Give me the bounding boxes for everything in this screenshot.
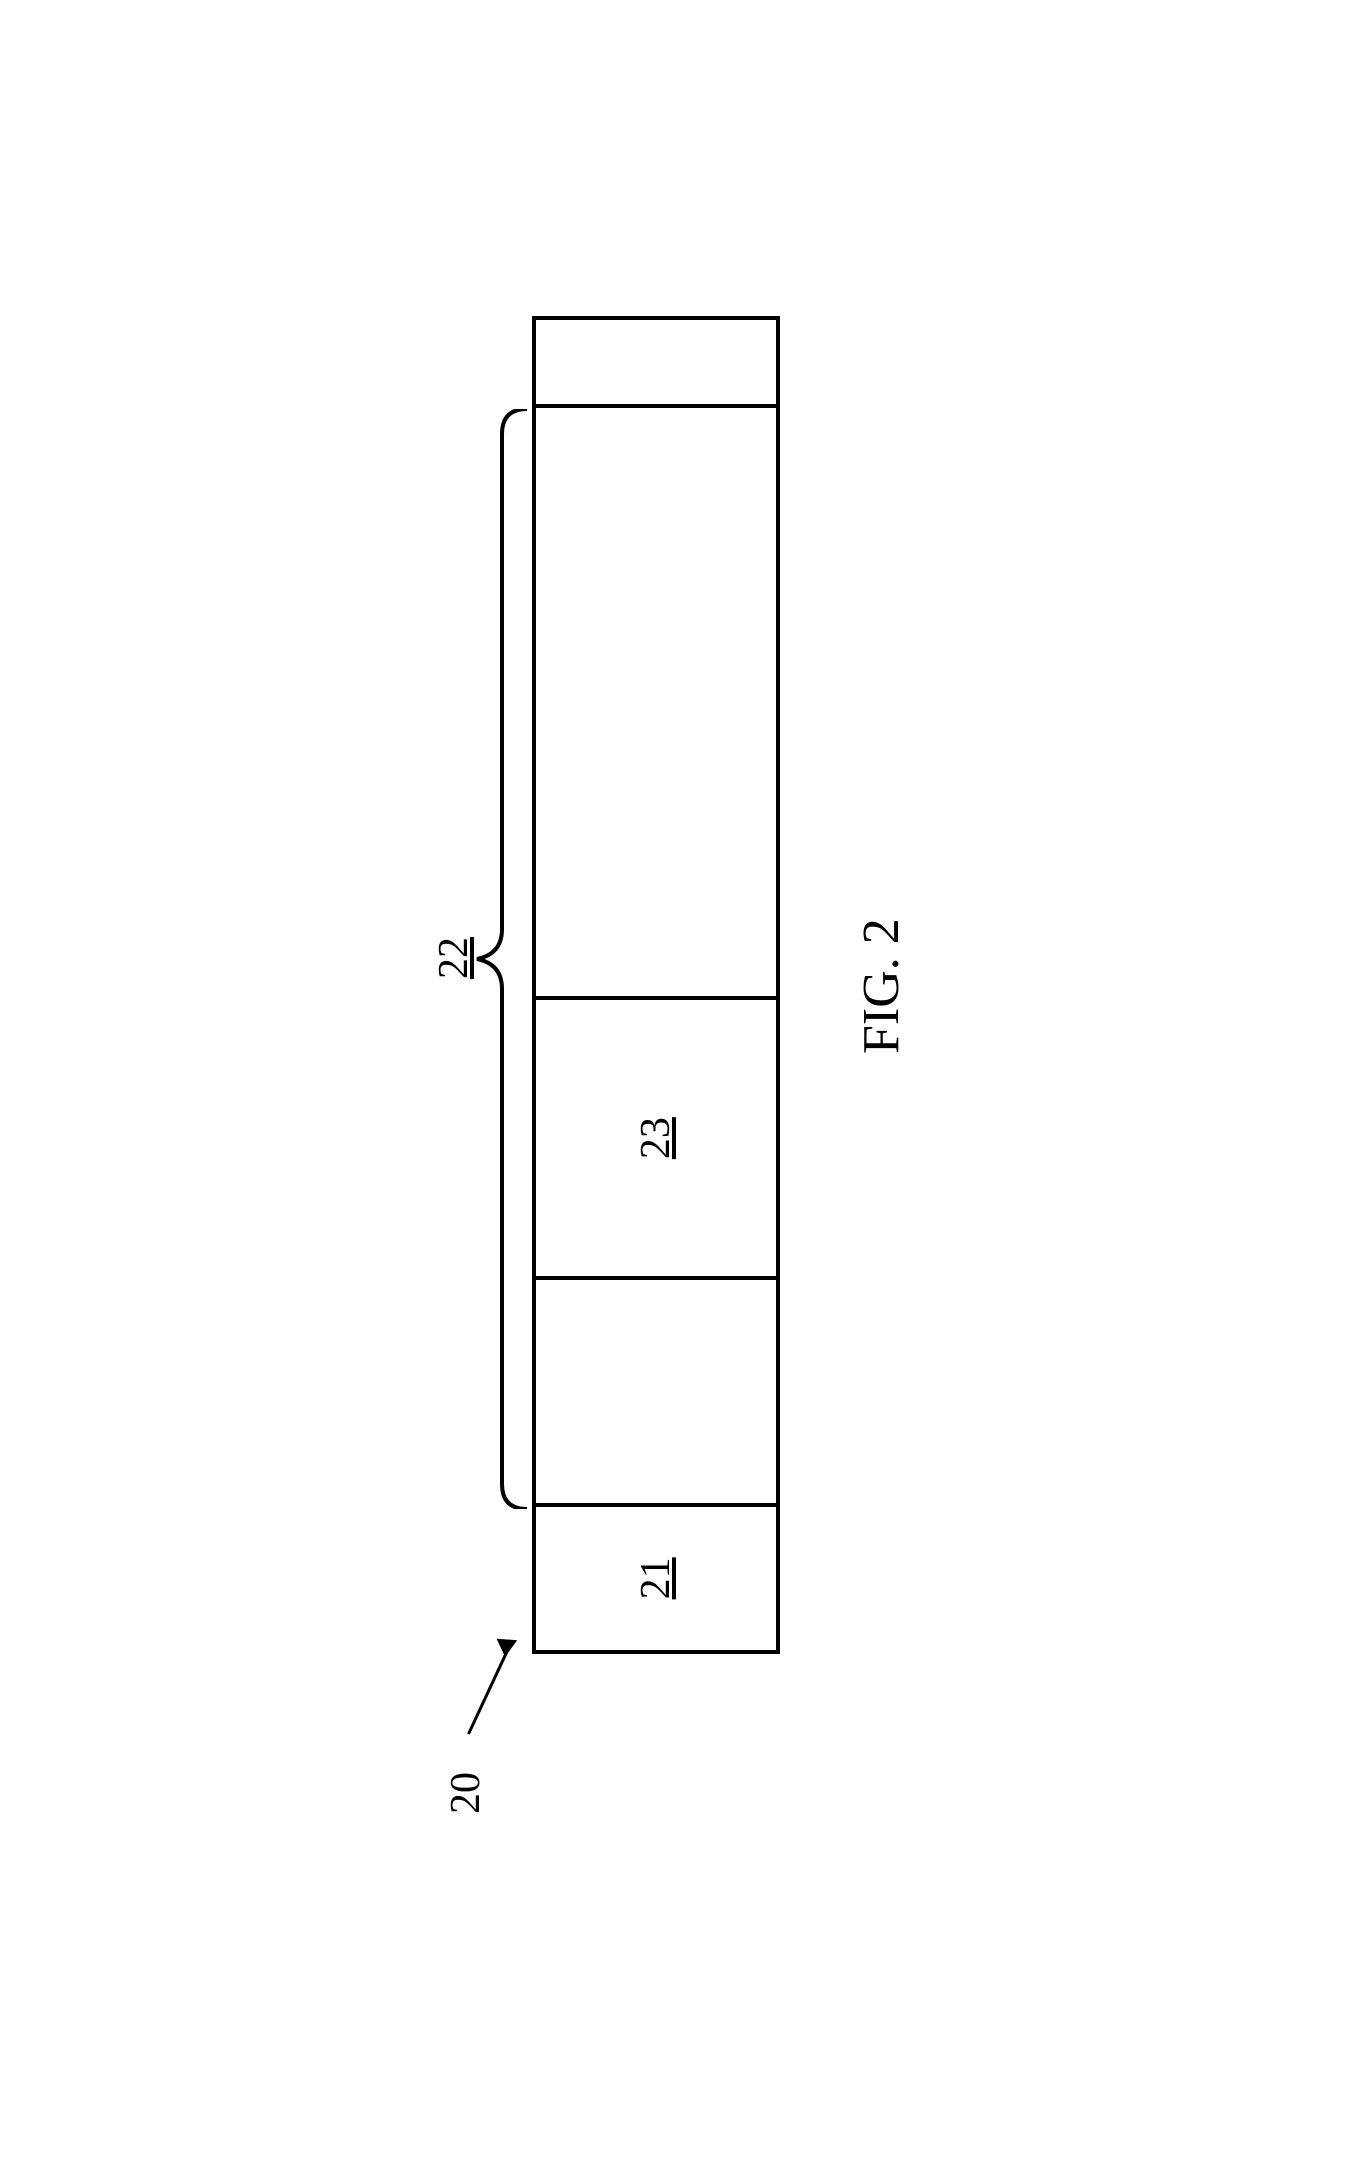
main-structure-box: 21 23 [532,316,780,1654]
brace-bracket [472,409,527,1509]
segment-21: 21 [536,1503,776,1650]
pointer-arrow-head [497,1631,522,1657]
brace-label: 22 [430,937,478,979]
figure-caption: FIG. 2 [852,918,911,1054]
diagram-figure: 20 22 21 23 FIG. 2 [432,234,932,1934]
pointer-label: 20 [442,1772,490,1814]
segment-blank-2 [536,404,776,996]
segment-blank-1 [536,1276,776,1502]
pointer-arrow-line [467,1652,508,1735]
segment-23: 23 [536,996,776,1277]
segment-blank-3 [536,320,776,404]
